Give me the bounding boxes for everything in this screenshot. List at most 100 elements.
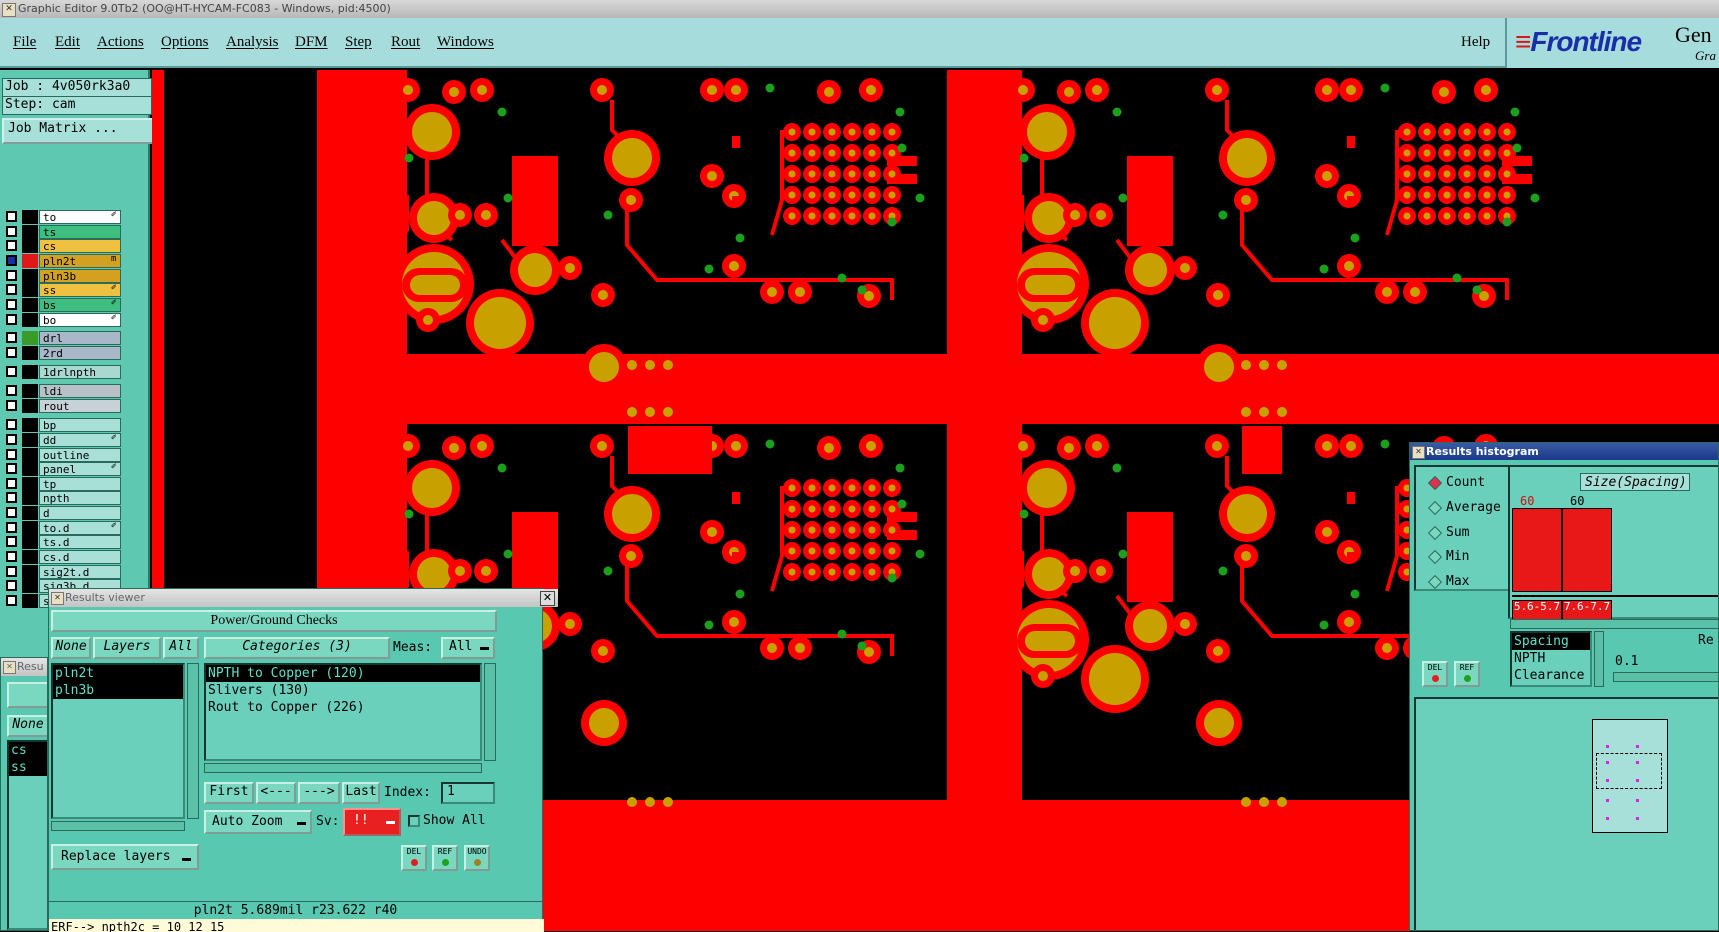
menu-rout[interactable]: Rout <box>391 34 420 51</box>
first-button[interactable]: First <box>204 782 254 804</box>
layer-name[interactable]: outline <box>39 448 121 462</box>
layer-color-swatch[interactable] <box>22 225 38 239</box>
layer-checkbox[interactable] <box>6 332 17 343</box>
layer-name[interactable]: npth <box>39 491 121 505</box>
layer-checkbox[interactable] <box>6 400 17 411</box>
menu-actions[interactable]: Actions <box>97 34 144 51</box>
histogram-del-button[interactable]: DEL <box>1422 661 1448 687</box>
category-item[interactable]: Rout to Copper (226) <box>206 699 480 716</box>
layer-color-swatch[interactable] <box>22 521 38 535</box>
layer-color-swatch[interactable] <box>22 535 38 549</box>
menu-edit[interactable]: Edit <box>55 34 80 51</box>
layer-checkbox[interactable] <box>6 366 17 377</box>
layer-color-swatch[interactable] <box>22 418 38 432</box>
layer-color-swatch[interactable] <box>22 283 38 297</box>
prev-button[interactable]: <--- <box>256 782 296 804</box>
layer-color-swatch[interactable] <box>22 384 38 398</box>
layer-checkbox[interactable] <box>6 434 17 445</box>
rv2-layer-item[interactable]: cs <box>9 742 47 759</box>
layer-checkbox[interactable] <box>6 347 17 358</box>
layer-row-ts[interactable]: ts <box>4 225 121 239</box>
layer-name[interactable]: 1drlnpth <box>39 365 121 379</box>
layer-checkbox[interactable] <box>6 580 17 591</box>
mode-average-radio[interactable]: Average <box>1430 500 1501 516</box>
command-line[interactable]: ERF--> npth2c = 10 12 15 <box>49 919 544 932</box>
next-button[interactable]: ---> <box>298 782 340 804</box>
histogram-preview[interactable] <box>1414 697 1718 930</box>
layer-checkbox[interactable] <box>6 463 17 474</box>
layer-row-cs[interactable]: cs <box>4 239 121 253</box>
histogram-list-scrollbar[interactable] <box>1594 631 1604 687</box>
menu-dfm[interactable]: DFM <box>295 34 328 51</box>
category-item[interactable]: Slivers (130) <box>206 682 480 699</box>
layers-toggle-button[interactable]: Layers <box>93 637 161 659</box>
layer-checkbox[interactable] <box>6 595 17 606</box>
layer-checkbox[interactable] <box>6 299 17 310</box>
del-button[interactable]: DEL <box>401 845 427 871</box>
category-item[interactable]: NPTH to Copper (120) <box>206 665 480 682</box>
layer-list-scrollbar[interactable] <box>187 663 199 819</box>
histogram-hscrollbar[interactable] <box>1510 619 1718 629</box>
layer-row-dd[interactable]: dd ✐ <box>4 433 121 447</box>
layer-checkbox[interactable] <box>6 419 17 430</box>
layer-row-sig2t-d[interactable]: sig2t.d <box>4 565 121 579</box>
layer-row-ts-d[interactable]: ts.d <box>4 535 121 549</box>
layer-color-swatch[interactable] <box>22 579 38 593</box>
layer-color-swatch[interactable] <box>22 550 38 564</box>
layer-name[interactable]: to <box>39 210 121 224</box>
menu-help[interactable]: Help <box>1461 34 1490 51</box>
layer-row-panel[interactable]: panel ✐ <box>4 462 121 476</box>
layer-color-swatch[interactable] <box>22 399 38 413</box>
histogram-value-slider[interactable] <box>1613 672 1718 682</box>
layer-name[interactable]: sig2t.d <box>39 565 121 579</box>
layer-checkbox[interactable] <box>6 492 17 503</box>
menu-file[interactable]: File <box>13 34 36 51</box>
layer-row-bp[interactable]: bp <box>4 418 121 432</box>
layer-results-list[interactable]: pln2t pln3b <box>51 663 185 819</box>
layer-color-swatch[interactable] <box>22 594 38 608</box>
layer-checkbox[interactable] <box>6 566 17 577</box>
layer-row-2rd[interactable]: 2rd <box>4 346 121 360</box>
layer-color-swatch[interactable] <box>22 477 38 491</box>
layer-color-swatch[interactable] <box>22 506 38 520</box>
layer-row-ss[interactable]: ss ✐ <box>4 283 121 297</box>
rv2-layer-list[interactable]: cs ss <box>7 740 47 930</box>
mode-min-radio[interactable]: Min <box>1430 549 1469 565</box>
layer-list-hscrollbar[interactable] <box>51 821 185 831</box>
layer-checkbox[interactable] <box>6 211 17 222</box>
layer-row-npth[interactable]: npth <box>4 491 121 505</box>
layer-row-pln3b[interactable]: pln3b <box>4 269 121 283</box>
categories-button[interactable]: Categories (3) <box>204 637 390 659</box>
layer-name[interactable]: d <box>39 506 121 520</box>
layer-checkbox[interactable] <box>6 449 17 460</box>
menu-analysis[interactable]: Analysis <box>226 34 279 51</box>
layer-color-swatch[interactable] <box>22 346 38 360</box>
histogram-category-item[interactable]: NPTH <box>1512 650 1590 667</box>
layer-row-outline[interactable]: outline <box>4 448 121 462</box>
layer-name[interactable]: panel <box>39 462 121 476</box>
menu-step[interactable]: Step <box>345 34 372 51</box>
last-button[interactable]: Last <box>342 782 380 804</box>
layer-row-d[interactable]: d <box>4 506 121 520</box>
histogram-category-item[interactable]: Clearance <box>1512 667 1590 684</box>
layer-result-item[interactable]: pln2t <box>53 665 183 682</box>
severity-dropdown[interactable]: !! <box>343 808 401 836</box>
layer-color-swatch[interactable] <box>22 239 38 253</box>
layers-all-button[interactable]: All <box>163 637 199 659</box>
layer-checkbox[interactable] <box>6 255 17 266</box>
layer-checkbox[interactable] <box>6 536 17 547</box>
layer-color-swatch[interactable] <box>22 462 38 476</box>
layer-row-ldi[interactable]: ldi <box>4 384 121 398</box>
histogram-category-list[interactable]: Spacing NPTH Clearance <box>1510 631 1592 687</box>
layers-none-button[interactable]: None <box>51 637 91 659</box>
job-matrix-button[interactable]: Job Matrix ... <box>2 118 156 144</box>
categories-scrollbar[interactable] <box>484 663 496 761</box>
layer-result-item[interactable]: pln3b <box>53 682 183 699</box>
mode-count-radio[interactable]: Count <box>1430 475 1485 491</box>
layer-checkbox[interactable] <box>6 478 17 489</box>
layer-color-swatch[interactable] <box>22 254 38 268</box>
layer-color-swatch[interactable] <box>22 448 38 462</box>
layer-checkbox[interactable] <box>6 507 17 518</box>
layer-color-swatch[interactable] <box>22 433 38 447</box>
layer-name[interactable]: pln2t <box>39 254 121 268</box>
